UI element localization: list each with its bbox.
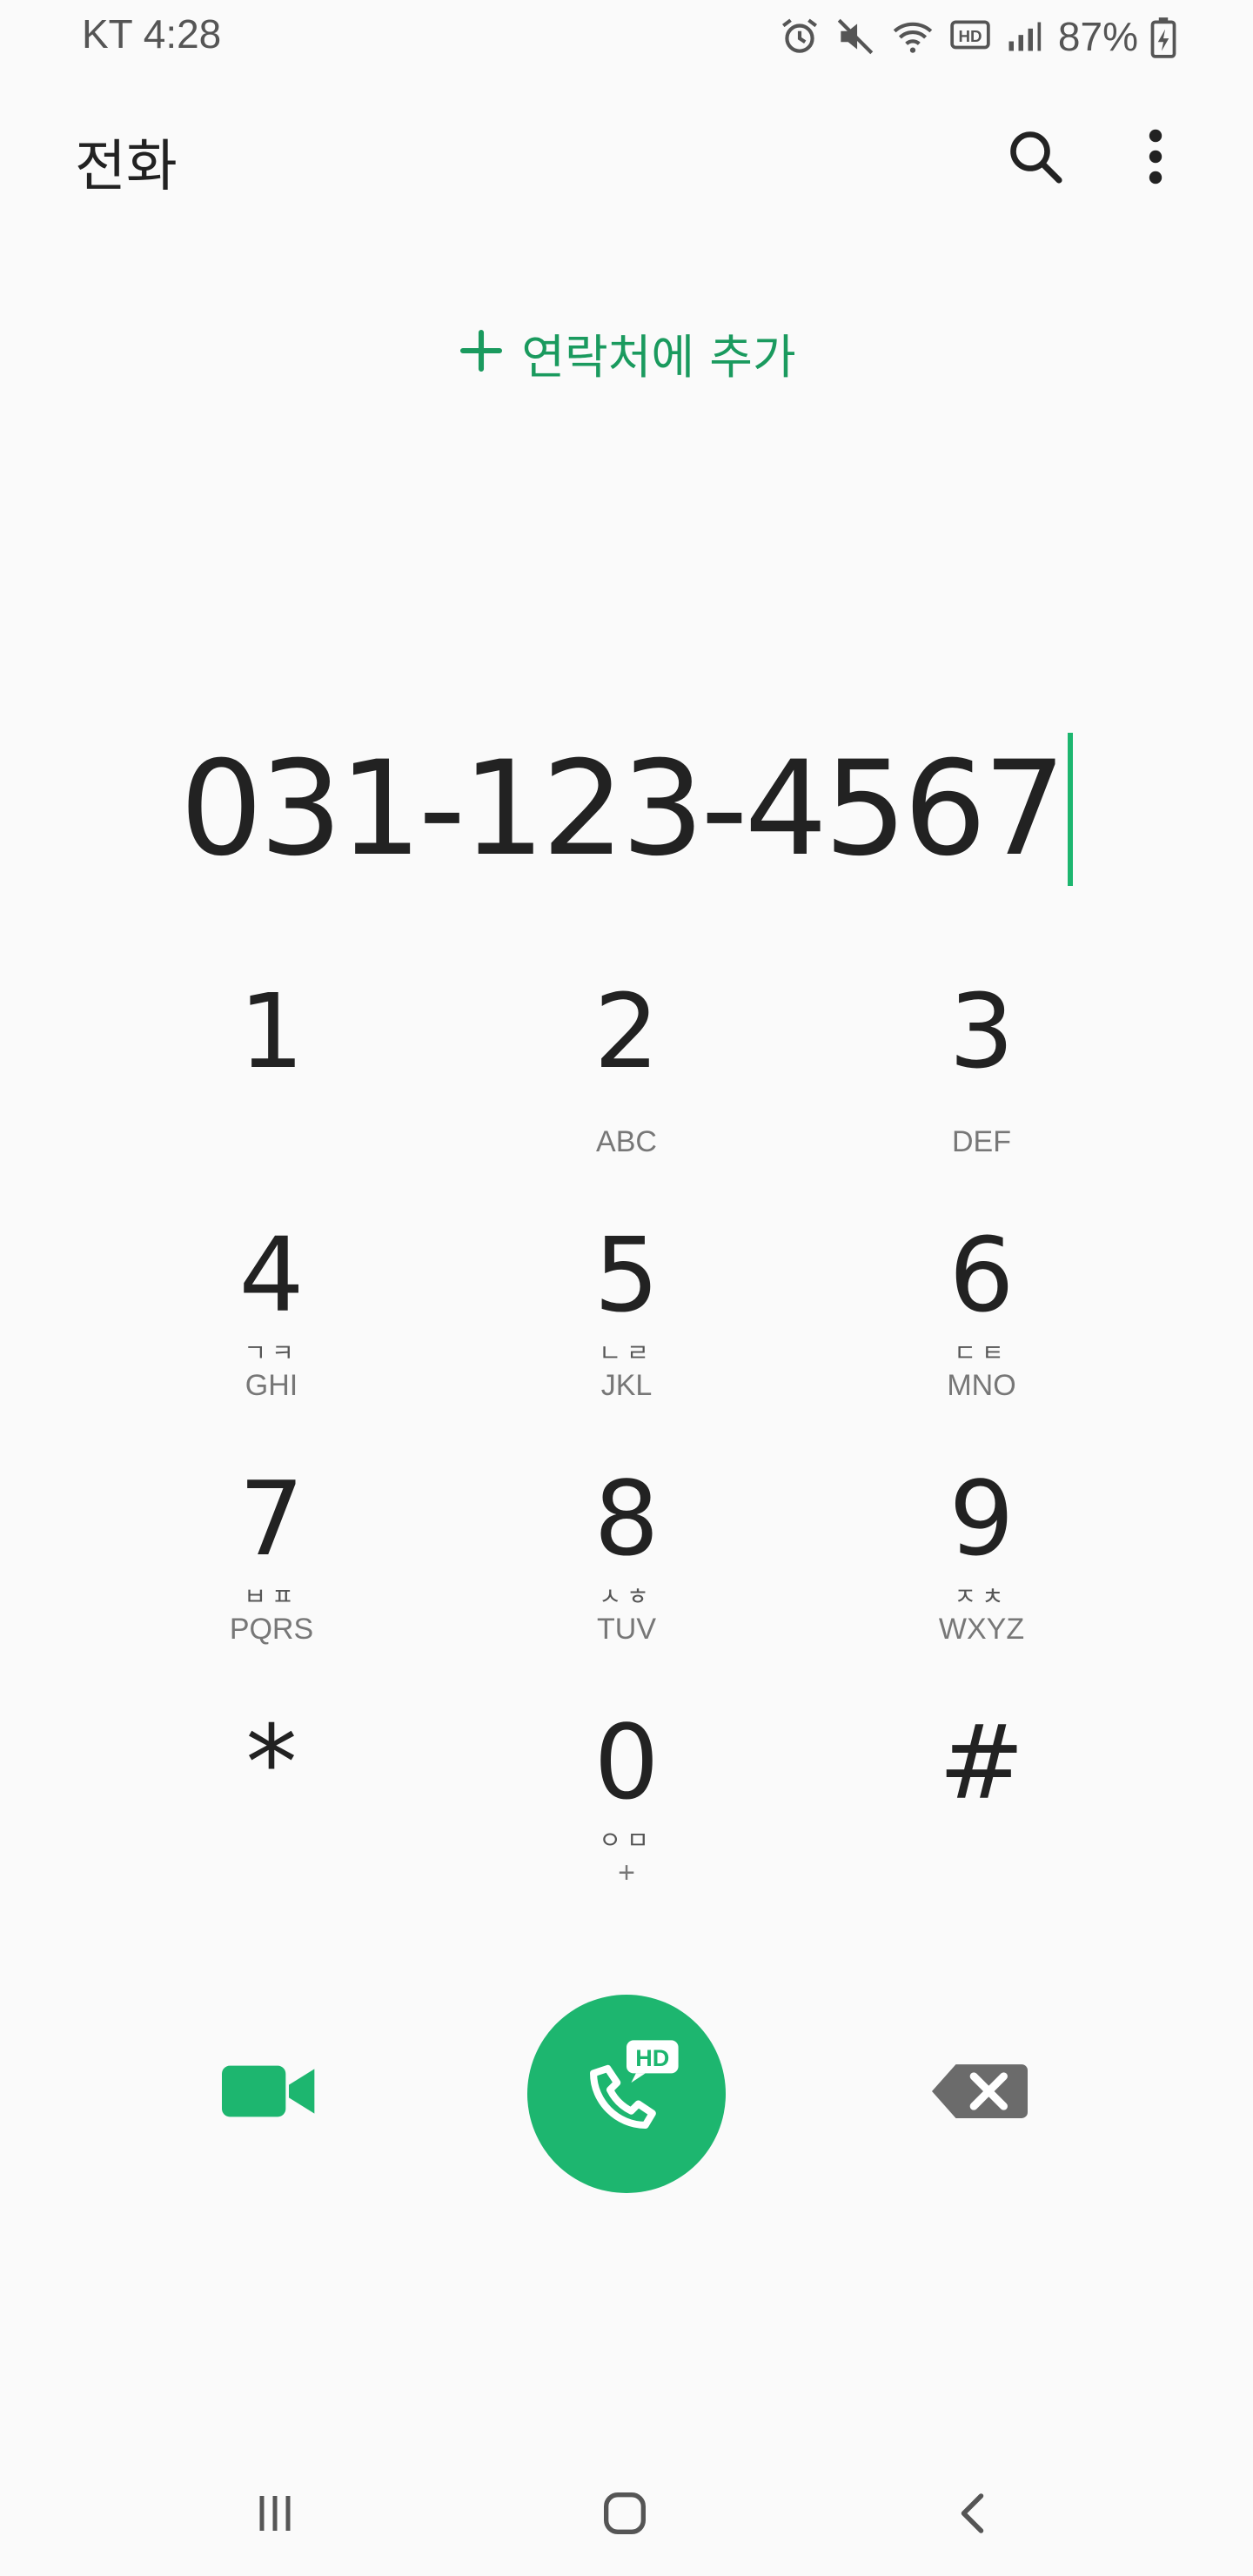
dialer-actions: HD [0,1993,1253,2193]
key-digit: 7 [238,1459,305,1579]
key-letters: PQRS [229,1613,314,1646]
key-korean [124,1097,419,1123]
key-digit: 9 [948,1459,1015,1579]
key-letters: ABC [596,1125,657,1158]
text-cursor [1068,733,1074,886]
mute-icon [834,15,877,58]
back-button[interactable] [922,2472,1027,2559]
key-5[interactable]: 5 ㄴㄹ JKL [479,1210,774,1436]
key-letters: GHI [245,1369,298,1402]
add-to-contacts-label: 연락처에 추가 [521,329,796,385]
key-digit: * [245,1702,298,1822]
key-digit: 5 [593,1215,660,1335]
backspace-icon [932,2061,1028,2125]
key-korean: ㄷㅌ [954,1338,1009,1367]
key-letters: MNO [947,1369,1016,1402]
key-digit: 6 [948,1215,1015,1335]
key-2[interactable]: 2 ABC [479,966,774,1192]
more-options-button[interactable] [1121,122,1190,195]
key-star[interactable]: * [124,1697,419,1923]
navigation-bar [0,2454,1253,2559]
key-digit: 0 [593,1702,660,1822]
key-hash[interactable]: # [834,1697,1129,1923]
status-icons: HD 87% [778,12,1176,61]
key-letters: TUV [597,1613,656,1646]
key-korean: ㅅㅎ [599,1582,654,1611]
key-letters: DEF [952,1125,1011,1158]
home-icon [597,2485,653,2545]
key-korean: ㅇㅁ [599,1826,654,1855]
home-button[interactable] [573,2472,677,2559]
key-korean [834,1097,1129,1123]
video-call-icon [222,2059,318,2127]
carrier-time: KT 4:28 [82,11,222,57]
key-korean: ㄴㄹ [599,1338,654,1367]
status-bar: KT 4:28 HD 87% [0,0,1253,73]
key-9[interactable]: 9 ㅈㅊ WXYZ [834,1453,1129,1680]
key-letters [124,1123,419,1161]
key-korean [834,1828,1129,1854]
key-korean [479,1097,774,1123]
key-digit: 3 [948,971,1015,1091]
key-3[interactable]: 3 DEF [834,966,1129,1192]
search-icon [1004,125,1067,191]
page-title: 전화 [75,135,178,199]
plus-icon [457,326,506,379]
recent-apps-button[interactable] [223,2472,327,2559]
dialed-number: 031-123-4567 [179,734,1067,885]
key-digit: 1 [238,971,305,1091]
call-button[interactable]: HD [527,1995,726,2193]
key-korean: ㅂㅍ [244,1582,299,1611]
video-call-button[interactable] [218,2045,322,2141]
battery-percent: 87% [1057,14,1138,59]
key-digit: 2 [593,971,660,1091]
key-digit: 4 [238,1215,305,1335]
signal-icon [1004,15,1042,58]
battery-charging-icon [1150,15,1176,58]
key-letters: WXYZ [938,1613,1025,1646]
hd-call-icon: HD [570,2036,683,2152]
key-korean: ㄱㅋ [244,1338,299,1367]
key-4[interactable]: 4 ㄱㅋ GHI [124,1210,419,1436]
more-options-icon [1145,125,1166,191]
hd-voice-icon: HD [948,15,992,58]
key-0[interactable]: 0 ㅇㅁ + [479,1697,774,1923]
key-letters: JKL [600,1369,653,1402]
key-digit: # [938,1702,1025,1822]
add-to-contacts-button[interactable]: 연락처에 추가 [0,313,1253,392]
backspace-button[interactable] [928,2045,1032,2141]
key-8[interactable]: 8 ㅅㅎ TUV [479,1453,774,1680]
key-korean [124,1828,419,1854]
wifi-icon [889,15,936,58]
recent-apps-icon [249,2487,301,2543]
key-digit: 8 [593,1459,660,1579]
key-korean: ㅈㅊ [954,1582,1009,1611]
key-1[interactable]: 1 [124,966,419,1192]
back-icon [948,2487,1001,2543]
alarm-icon [778,15,821,58]
key-letters [124,1854,419,1892]
key-7[interactable]: 7 ㅂㅍ PQRS [124,1453,419,1680]
key-letters: + [618,1856,635,1889]
key-6[interactable]: 6 ㄷㅌ MNO [834,1210,1129,1436]
number-input[interactable]: 031-123-4567 [0,731,1253,888]
hd-badge-text: HD [635,2044,669,2071]
search-button[interactable] [999,122,1072,195]
svg-text:HD: HD [958,27,982,45]
key-letters [834,1854,1129,1892]
app-bar: 전화 [0,113,1253,209]
